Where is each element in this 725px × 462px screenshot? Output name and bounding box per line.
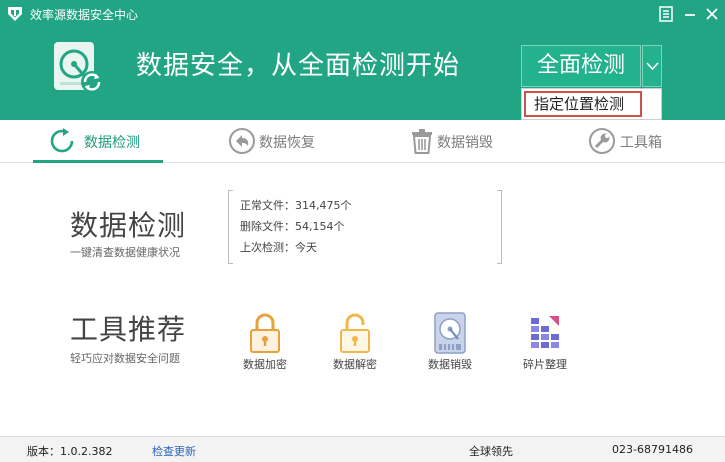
tools-title: 工具推荐 [70,313,187,346]
slogan-text: 全球领先 [469,445,513,458]
tools-subtitle: 轻巧应对数据安全问题 [70,352,180,365]
tool-label: 数据加密 [243,358,287,371]
stat-deleted-files: 删除文件：54,154个 [240,220,345,233]
wrench-icon [589,128,615,154]
refresh-ring-icon [50,128,74,153]
detection-title: 数据检测 [70,209,187,242]
version-label: 版本：1.0.2.382 [27,445,113,458]
tab-label: 数据检测 [84,135,140,151]
tab-label: 数据销毁 [437,135,493,151]
detection-subtitle: 一键清查数据健康状况 [70,246,180,259]
tool-destroy[interactable]: 数据销毁 [410,312,490,372]
tab-bar: 数据检测 数据恢复 数据销毁 工具箱 [0,120,725,163]
status-bar: 版本：1.0.2.382 检查更新 全球领先 023-68791486 [0,436,725,462]
tab-data-detection[interactable]: 数据检测 [48,120,158,163]
window-title: 效率源数据安全中心 [30,8,139,22]
tool-label: 数据解密 [333,358,377,371]
full-scan-button[interactable]: 全面检测 [521,45,641,87]
menu-item-custom-scan[interactable]: 指定位置检测 [524,91,642,117]
scan-dropdown-menu: 指定位置检测 [521,88,662,120]
tab-toolbox[interactable]: 工具箱 [588,120,678,163]
tab-data-destroy[interactable]: 数据销毁 [408,120,518,163]
tool-encrypt[interactable]: 数据加密 [225,312,305,372]
undo-arrow-icon [229,128,255,154]
lock-open-icon [340,313,370,353]
tab-data-recovery[interactable]: 数据恢复 [228,120,338,163]
minimize-icon[interactable] [680,4,700,24]
tool-label: 数据销毁 [428,358,472,371]
menu-icon[interactable] [656,4,676,24]
stats-bracket-right [497,190,502,264]
title-bar[interactable]: 效率源数据安全中心 [0,0,725,28]
headline: 数据安全，从全面检测开始 [136,51,461,81]
lock-closed-icon [250,313,280,353]
tab-label: 数据恢复 [259,135,315,151]
check-update-link[interactable]: 检查更新 [152,443,196,459]
tab-label: 工具箱 [620,135,662,151]
close-icon[interactable] [702,4,722,24]
tool-label: 碎片整理 [523,358,567,371]
tool-defrag[interactable]: 碎片整理 [505,312,585,372]
defrag-icon [531,316,559,348]
disk-shred-icon [434,312,466,354]
phone-number: 023-68791486 [612,443,693,456]
chevron-down-icon [646,62,659,71]
scan-dropdown-toggle[interactable] [642,45,662,87]
app-logo-icon [8,7,22,21]
stats-bracket-left [228,190,233,264]
disk-sync-icon [54,42,103,93]
stat-normal-files: 正常文件：314,475个 [240,199,352,212]
trash-icon [412,129,432,154]
tool-decrypt[interactable]: 数据解密 [315,312,395,372]
active-tab-indicator [33,160,163,163]
stat-last-scan: 上次检测：今天 [240,241,317,254]
